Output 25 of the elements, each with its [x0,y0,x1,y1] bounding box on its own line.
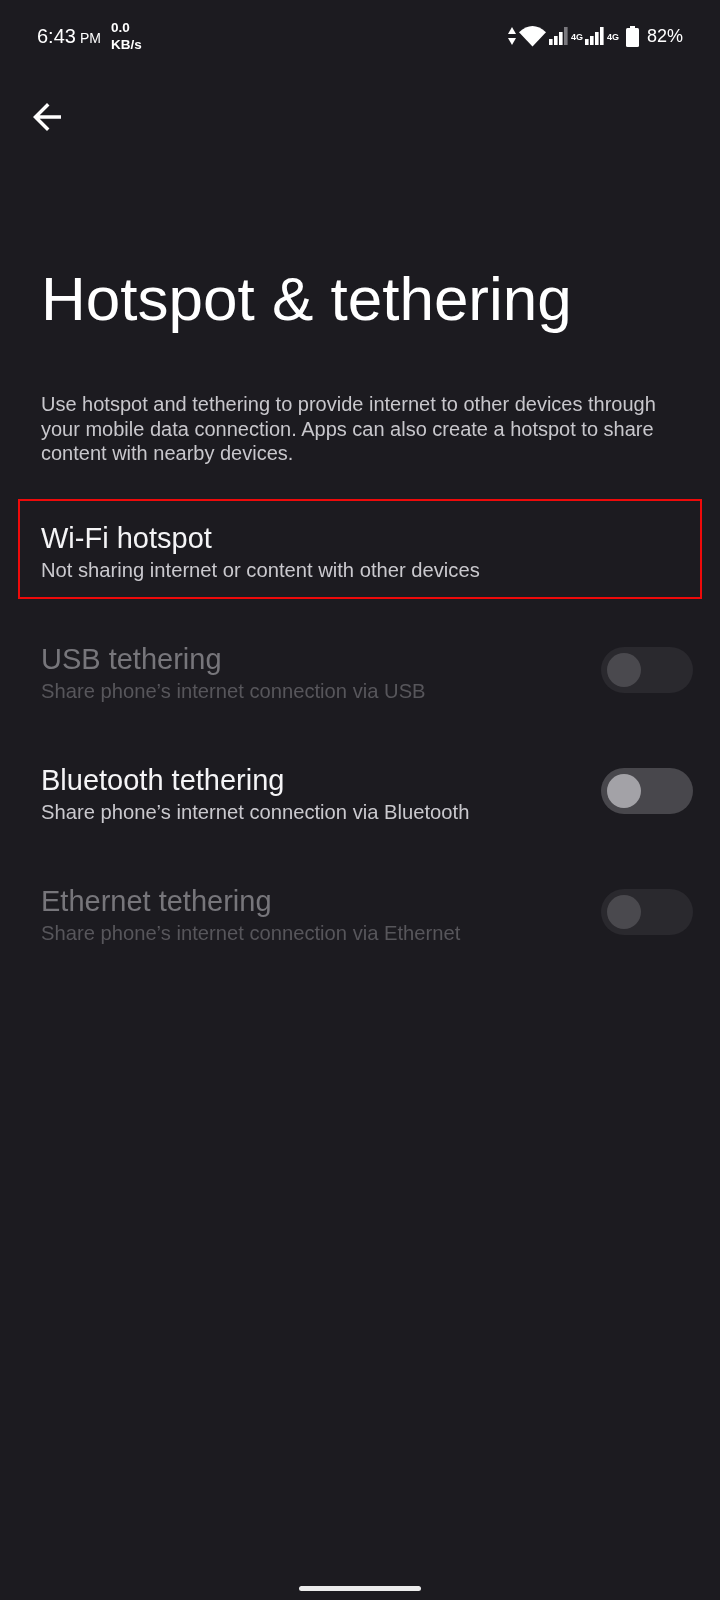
battery-icon [625,25,639,47]
page-description: Use hotspot and tethering to provide internet to other devices through your mobile data connection. Apps can also create a hotspot to share content with nearby devices. [40,392,657,466]
signal-icon [548,27,568,45]
setting-title: Wi-Fi hotspot [41,521,213,555]
setting-summary: Share phone’s internet connection via Bluetooth [41,800,471,824]
setting-summary: Not sharing internet or content with other devices [41,558,481,582]
setting-title: Bluetooth tethering [41,763,286,797]
data-rate-value: 0.0 [110,18,131,36]
network-type-label: 4G [570,32,583,42]
toggle-switch[interactable] [601,767,693,814]
page-title: Hotspot & tethering [40,263,573,335]
signal-icon [584,27,604,45]
clock-time: 6:43 [37,24,76,48]
setting-summary: Share phone’s internet connection via USB [41,679,427,703]
wifi-icon [518,25,546,47]
network-type-label: 4G [606,32,619,42]
data-activity-icon [507,27,516,45]
setting-title: USB tethering [41,642,223,676]
back-arrow-icon [33,103,61,131]
clock-period: PM [79,30,101,46]
battery-percent: 82% [646,25,683,47]
setting-summary: Share phone’s internet connection via Ethernet [41,921,462,945]
home-indicator[interactable] [299,1586,421,1591]
data-rate-unit: KB/s [110,35,142,53]
setting-title: Ethernet tethering [41,884,273,918]
